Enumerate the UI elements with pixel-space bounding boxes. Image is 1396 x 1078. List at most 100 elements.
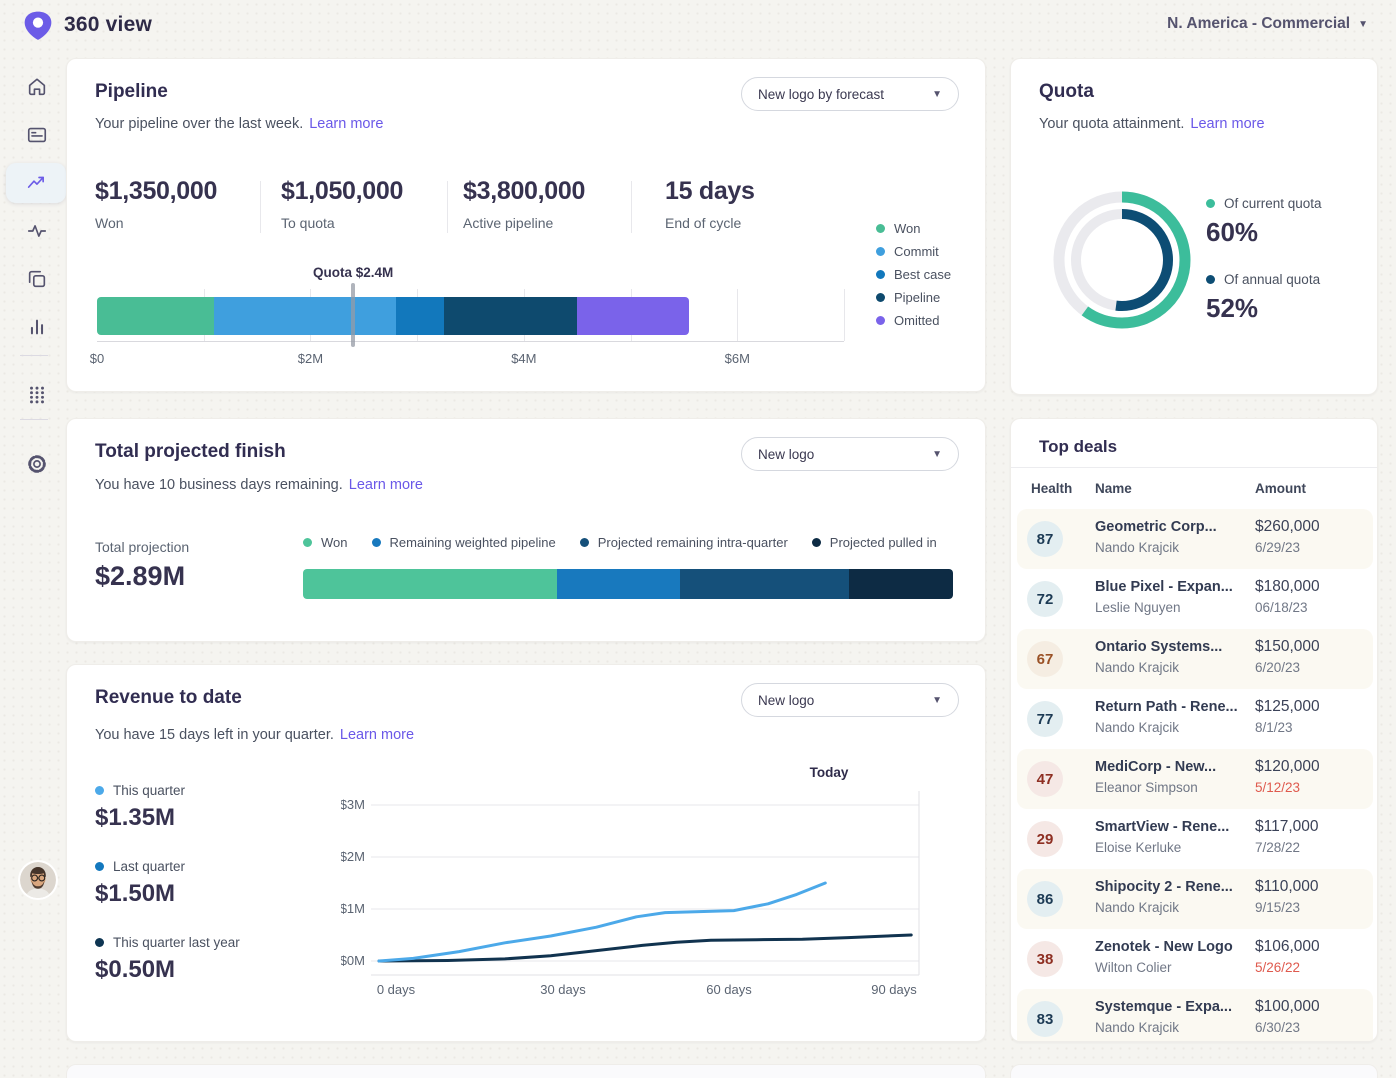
revenue-dropdown[interactable]: New logo ▼ [741, 683, 959, 717]
deal-owner: Leslie Nguyen [1095, 600, 1181, 615]
sidebar-item-apps[interactable] [9, 375, 65, 415]
legend-label: Of current quota [1224, 196, 1322, 211]
projected-learn-more-link[interactable]: Learn more [349, 477, 423, 493]
sidebar-item-deals[interactable] [9, 115, 65, 155]
stat-label: End of cycle [665, 215, 755, 231]
next-card-partial [66, 1064, 986, 1078]
quota-marker-line [351, 283, 355, 347]
user-avatar[interactable] [20, 862, 56, 898]
legend-item: Pipeline [876, 286, 951, 309]
chevron-down-icon: ▼ [1358, 19, 1368, 30]
settings-gear-icon [26, 453, 48, 475]
svg-text:0 days: 0 days [377, 982, 416, 997]
revenue-card-title: Revenue to date [95, 687, 242, 709]
sidebar-item-reports[interactable] [9, 307, 65, 347]
legend-label: Won [894, 221, 921, 236]
revenue-learn-more-link[interactable]: Learn more [340, 727, 414, 743]
health-score-badge: 72 [1027, 581, 1063, 617]
svg-text:30 days: 30 days [540, 982, 586, 997]
projected-dropdown[interactable]: New logo ▼ [741, 437, 959, 471]
stat-value: $1,050,000 [281, 177, 403, 206]
next-card-partial [1010, 1064, 1378, 1078]
table-row[interactable]: 29 SmartView - Rene... Eloise Kerluke $1… [1017, 809, 1373, 869]
legend-label: Remaining weighted pipeline [390, 535, 556, 550]
deals-table: 87 Geometric Corp... Nando Krajcik $260,… [1017, 509, 1373, 1042]
table-row[interactable]: 72 Blue Pixel - Expan... Leslie Nguyen $… [1017, 569, 1373, 629]
deal-amount: $120,000 [1255, 758, 1320, 776]
deal-date: 6/30/23 [1255, 1020, 1300, 1035]
legend-label: Of annual quota [1224, 272, 1320, 287]
table-row[interactable]: 86 Shipocity 2 - Rene... Nando Krajcik $… [1017, 869, 1373, 929]
table-row[interactable]: 47 MediCorp - New... Eleanor Simpson $12… [1017, 749, 1373, 809]
projected-card-title: Total projected finish [95, 441, 286, 463]
deal-amount: $260,000 [1255, 518, 1320, 536]
deal-name: Zenotek - New Logo [1095, 939, 1233, 955]
app-logo-icon [22, 10, 54, 42]
table-row[interactable]: 87 Geometric Corp... Nando Krajcik $260,… [1017, 509, 1373, 569]
region-selector-label: N. America - Commercial [1167, 15, 1350, 33]
table-row[interactable]: 38 Zenotek - New Logo Wilton Colier $106… [1017, 929, 1373, 989]
activity-icon [26, 220, 48, 242]
health-score-badge: 87 [1027, 521, 1063, 557]
deal-date: 5/12/23 [1255, 780, 1300, 795]
revenue-card-subtitle: You have 15 days left in your quarter.Le… [95, 727, 414, 743]
stat-label: To quota [281, 215, 403, 231]
sidebar-item-settings[interactable] [9, 444, 65, 484]
deal-name: Shipocity 2 - Rene... [1095, 879, 1233, 895]
deals-card-icon [26, 124, 48, 146]
legend-label: Omitted [894, 313, 940, 328]
deal-owner: Eleanor Simpson [1095, 780, 1198, 795]
deal-owner: Nando Krajcik [1095, 660, 1179, 675]
sidebar-item-activity[interactable] [9, 211, 65, 251]
region-selector[interactable]: N. America - Commercial ▼ [1167, 15, 1368, 33]
pipeline-dropdown-label: New logo by forecast [758, 87, 884, 102]
sidebar-item-trends[interactable] [6, 163, 66, 203]
svg-text:$1M: $1M [341, 901, 365, 916]
legend-item: Remaining weighted pipeline [372, 531, 556, 554]
legend-item: Won [303, 531, 348, 554]
projected-stacked-bar [303, 569, 953, 599]
pipeline-learn-more-link[interactable]: Learn more [309, 116, 383, 132]
projected-legend: WonRemaining weighted pipelineProjected … [303, 531, 937, 554]
x-axis-tick-label: $0 [90, 351, 104, 366]
x-axis-tick-label: $6M [725, 351, 750, 366]
legend-item: Commit [876, 240, 951, 263]
pipeline-forecast-dropdown[interactable]: New logo by forecast ▼ [741, 77, 959, 111]
deal-date: 6/29/23 [1255, 540, 1300, 555]
page-title: 360 view [64, 13, 152, 37]
stat-won: $1,350,000 Won [95, 177, 217, 231]
quota-marker-label: Quota $2.4M [313, 265, 393, 280]
quota-learn-more-link[interactable]: Learn more [1190, 116, 1264, 132]
quota-card-subtitle: Your quota attainment.Learn more [1039, 116, 1265, 132]
chart-gridlines [371, 791, 919, 975]
health-score-badge: 86 [1027, 881, 1063, 917]
stat-to-quota: $1,050,000 To quota [281, 177, 403, 231]
bar-segment [303, 569, 557, 599]
sidebar-item-pages[interactable] [9, 259, 65, 299]
legend-dot [95, 786, 104, 795]
projected-finish-card: Total projected finish You have 10 busin… [66, 418, 986, 642]
deal-name: Return Path - Rene... [1095, 699, 1238, 715]
total-projection-value: $2.89M [95, 561, 185, 592]
y-axis-ticks: $3M $2M $1M $0M [341, 797, 365, 968]
stat-active-pipeline: $3,800,000 Active pipeline [463, 177, 585, 231]
table-row[interactable]: 77 Return Path - Rene... Nando Krajcik $… [1017, 689, 1373, 749]
sidebar-item-home[interactable] [9, 67, 65, 107]
pipeline-legend: WonCommitBest casePipelineOmitted [876, 217, 951, 332]
quota-current-value: 60% [1206, 217, 1258, 248]
this-quarter-legend: This quarter [95, 783, 185, 798]
deal-owner: Wilton Colier [1095, 960, 1172, 975]
table-row[interactable]: 67 Ontario Systems... Nando Krajcik $150… [1017, 629, 1373, 689]
today-marker-label: Today [810, 765, 849, 780]
table-row[interactable]: 83 Systemque - Expa... Nando Krajcik $10… [1017, 989, 1373, 1042]
legend-dot [372, 538, 381, 547]
dashboard-page: 360 view N. America - Commercial ▼ [0, 0, 1396, 1078]
deal-owner: Eloise Kerluke [1095, 840, 1181, 855]
deal-amount: $117,000 [1255, 818, 1319, 836]
quota-annual-value: 52% [1206, 293, 1258, 324]
bar-segment [849, 569, 953, 599]
legend-dot [876, 247, 885, 256]
last-quarter-value: $1.50M [95, 880, 175, 908]
stat-label: Won [95, 215, 217, 231]
this-quarter-last-year-value: $0.50M [95, 956, 175, 984]
